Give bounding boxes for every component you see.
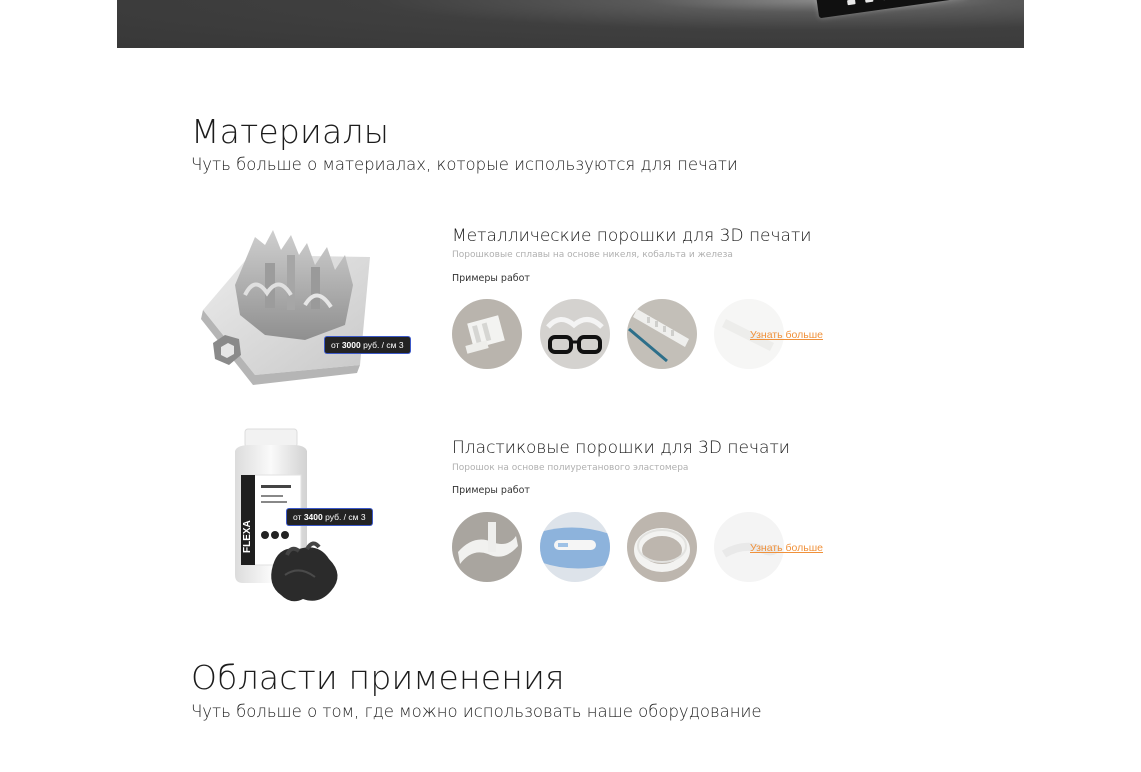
metal-powder-image [195, 215, 415, 395]
plastic-powder-title: Пластиковые порошки для 3D печати [452, 438, 790, 458]
plastic-learn-more-link[interactable]: Узнать больше [750, 542, 823, 554]
materials-subtitle: Чуть больше о материалах, которые исполь… [191, 155, 738, 174]
plastic-examples-label: Примеры работ [452, 485, 530, 496]
plastic-price-tag: от 3400 руб. / см 3 [287, 509, 372, 525]
example-thumb[interactable] [540, 299, 610, 369]
metal-examples-label: Примеры работ [452, 273, 530, 284]
applications-subtitle: Чуть больше о том, где можно использоват… [191, 702, 762, 721]
hero-banner [117, 0, 1024, 48]
metal-price-tag: от 3000 руб. / см 3 [325, 337, 410, 353]
example-thumb[interactable] [452, 299, 522, 369]
plastic-powder-description: Порошок на основе полиуретанового эласто… [452, 463, 689, 473]
applications-title: Области применения [191, 658, 565, 697]
example-thumb[interactable] [627, 299, 697, 369]
example-thumb[interactable] [627, 512, 697, 582]
metal-powder-description: Порошковые сплавы на основе никеля, коба… [452, 250, 733, 260]
metal-powder-title: Металлические порошки для 3D печати [452, 226, 812, 246]
metal-learn-more-link[interactable]: Узнать больше [750, 329, 823, 341]
svg-text:FLEXA: FLEXA [242, 520, 253, 553]
printer-image [816, 0, 968, 19]
materials-title: Материалы [191, 112, 390, 151]
example-thumb[interactable] [540, 512, 610, 582]
example-thumb[interactable] [452, 512, 522, 582]
